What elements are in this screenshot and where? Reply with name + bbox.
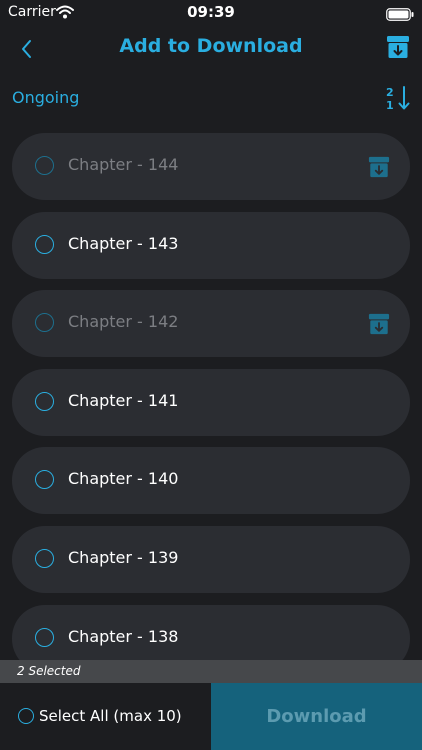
chapter-row[interactable]: Chapter - 140 [12,447,410,515]
chapter-radio[interactable] [35,627,54,647]
bottom-bar: Select All (max 10) Download [0,683,422,750]
select-all-radio[interactable] [18,708,34,724]
chapter-radio[interactable] [35,548,54,568]
chapter-radio [35,156,54,175]
selected-count-bar: 2 Selected [0,660,422,683]
chapter-list[interactable]: Chapter - 144 Chapter - 143 Chapter - 142 C… [12,133,410,660]
chapter-label: Chapter - 144 [68,155,179,174]
chapter-label: Chapter - 141 [68,390,179,410]
download-button-label: Download [266,706,367,727]
svg-text:1: 1 [386,99,394,112]
chapter-radio[interactable] [35,234,54,254]
downloaded-icon [368,313,390,335]
chapter-label: Chapter - 142 [68,312,179,332]
chapter-radio [35,313,54,333]
downloaded-icon [368,156,390,178]
section-title: Ongoing [12,88,80,107]
select-all-label: Select All (max 10) [39,707,182,725]
clock: 09:39 [187,3,235,21]
sort-button[interactable]: 2 1 [384,84,412,112]
screen: Carrier 09:39 Add to Download Ongoing 2 … [0,0,422,750]
chapter-row: Chapter - 142 [12,290,410,358]
chapter-label: Chapter - 143 [68,233,179,253]
battery-icon [386,6,414,25]
nav-bar: Add to Download [0,26,422,72]
chapter-row[interactable]: Chapter - 143 [12,211,410,279]
svg-text:2: 2 [386,86,394,99]
status-bar: Carrier 09:39 [0,0,422,26]
select-all-button[interactable]: Select All (max 10) [0,683,211,750]
chapter-label: Chapter - 140 [68,469,179,489]
chapter-row[interactable]: Chapter - 141 [12,368,410,436]
chapter-radio[interactable] [35,470,54,490]
section-header: Ongoing 2 1 [0,80,422,114]
chapter-row: Chapter - 144 [12,133,410,200]
chapter-label: Chapter - 139 [68,547,179,567]
chapter-row[interactable]: Chapter - 138 [12,604,410,660]
archive-download-icon [387,36,409,58]
chapter-row[interactable]: Chapter - 139 [12,525,410,593]
selected-count: 2 Selected [17,664,81,678]
chapter-radio[interactable] [35,391,54,411]
download-button[interactable]: Download [211,683,422,750]
page-title: Add to Download [119,35,303,57]
sort-descending-icon: 2 1 [386,86,410,112]
download-all-button[interactable] [386,35,410,59]
chapter-label: Chapter - 138 [68,626,179,646]
